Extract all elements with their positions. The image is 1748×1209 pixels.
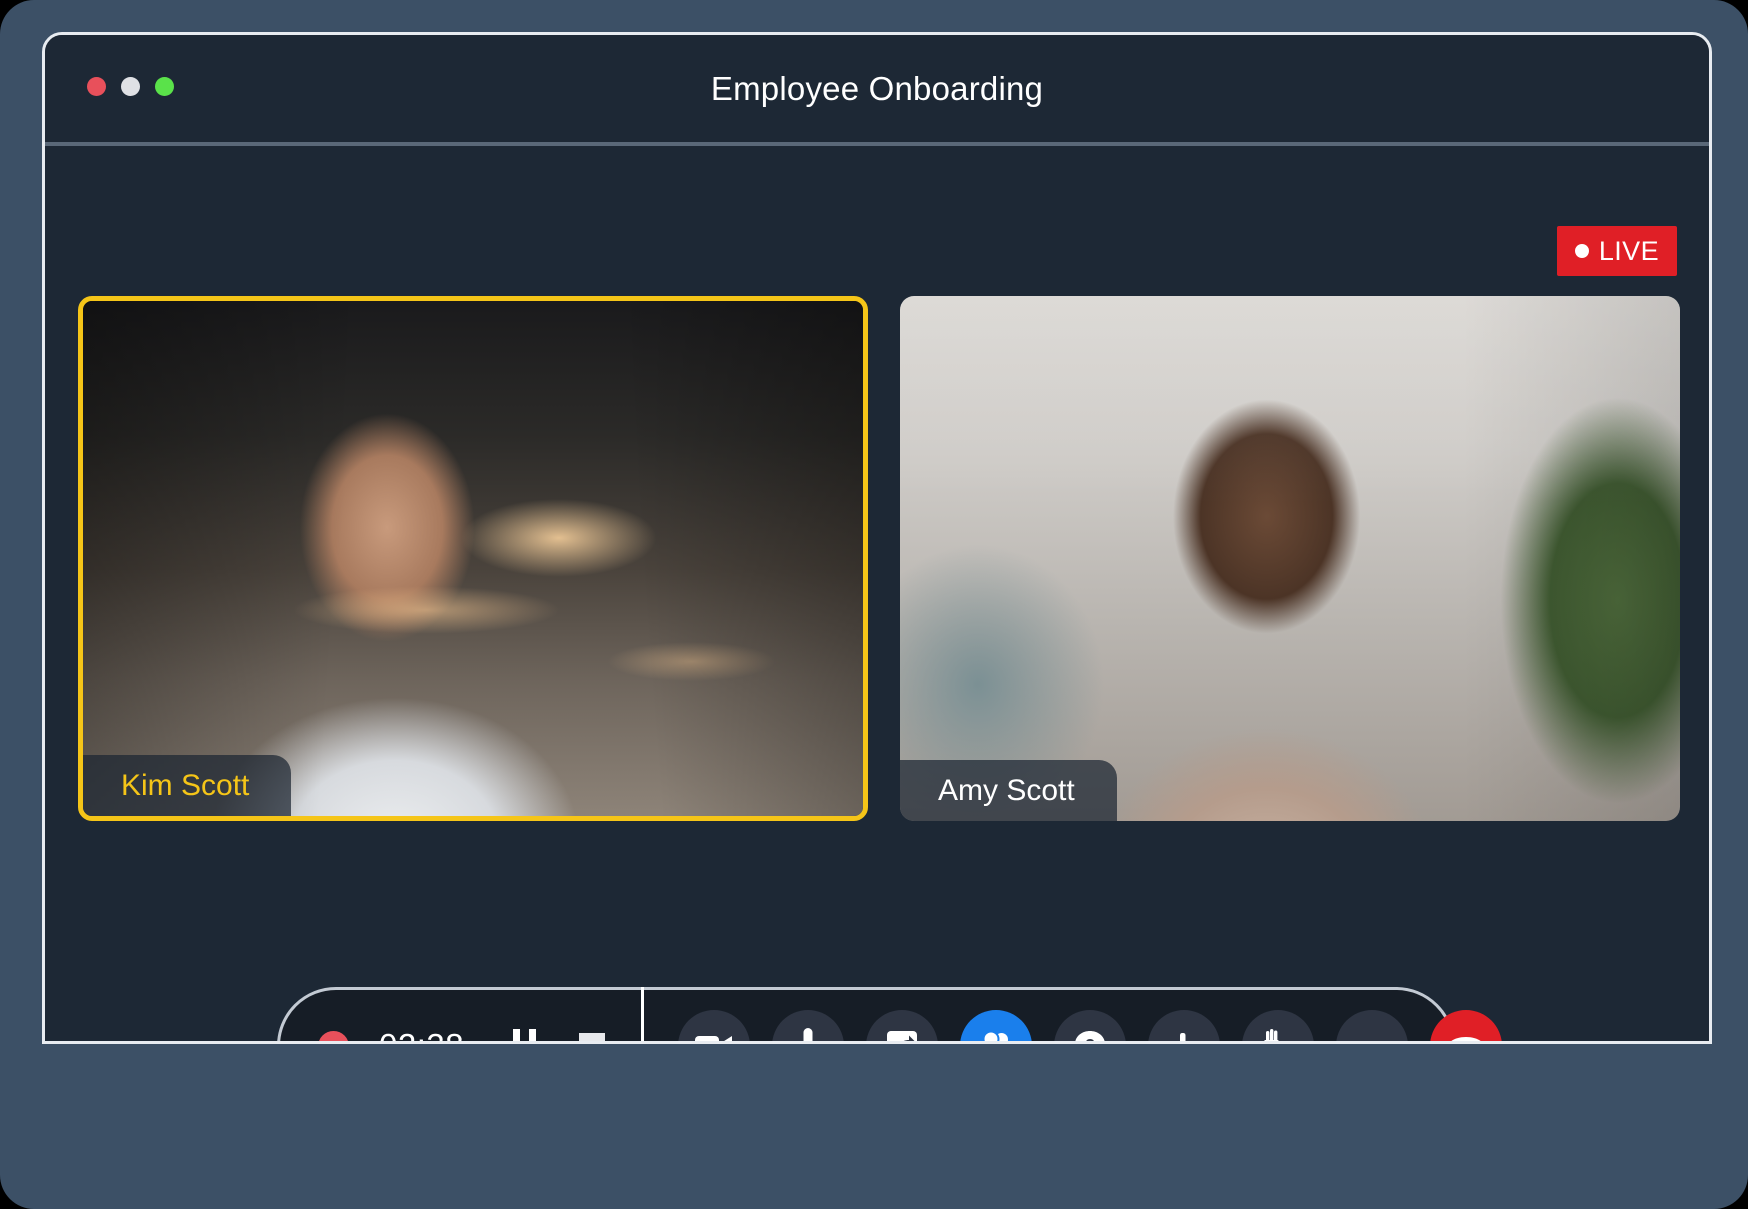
participant-name-label: Kim Scott	[83, 755, 292, 816]
recording-timer: 02:38	[379, 1027, 475, 1041]
more-options-button[interactable]	[1336, 1010, 1408, 1041]
video-tile-amy-scott[interactable]: Amy Scott	[900, 296, 1680, 821]
qa-button[interactable]: ?	[1054, 1010, 1126, 1045]
live-badge-label: LIVE	[1598, 235, 1659, 266]
meeting-stage: LIVE Kim Scott Amy Scott 02:38	[45, 146, 1709, 1041]
end-call-button[interactable]	[1430, 1010, 1502, 1041]
record-dot-icon	[1574, 244, 1589, 258]
recording-group: 02:38	[280, 990, 611, 1041]
ellipsis-icon	[1346, 1040, 1398, 1041]
reactions-button[interactable]	[1242, 1010, 1314, 1041]
bar-chart-icon	[1169, 1032, 1199, 1041]
pause-recording-button[interactable]	[505, 1027, 543, 1041]
record-dot-icon	[318, 1030, 349, 1041]
microphone-button[interactable]	[772, 1010, 844, 1041]
people-icon	[977, 1031, 1015, 1041]
meeting-control-bar: 02:38	[277, 987, 1502, 1041]
microphone-icon	[796, 1027, 820, 1041]
polls-button[interactable]	[1148, 1010, 1220, 1041]
video-grid: Kim Scott Amy Scott	[78, 296, 1680, 821]
participants-button[interactable]	[960, 1010, 1032, 1041]
svg-text:?: ?	[1085, 1037, 1095, 1045]
title-bar: Employee Onboarding	[45, 35, 1709, 142]
hang-up-phone-icon	[1446, 1034, 1486, 1041]
stop-square-icon	[579, 1033, 605, 1041]
share-screen-icon	[886, 1030, 918, 1041]
app-window: Employee Onboarding LIVE Kim Scott Amy S…	[42, 32, 1712, 1044]
outer-frame: Employee Onboarding LIVE Kim Scott Amy S…	[0, 0, 1748, 1209]
stop-recording-button[interactable]	[573, 1027, 611, 1041]
live-status-badge: LIVE	[1556, 226, 1677, 276]
participant-name-label: Amy Scott	[900, 760, 1117, 821]
video-tile-kim-scott[interactable]: Kim Scott	[78, 296, 868, 821]
action-buttons: ?	[644, 1010, 1502, 1045]
question-bubble-icon: ?	[1073, 1029, 1107, 1045]
raise-hand-smiley-icon	[1260, 1028, 1296, 1041]
window-title: Employee Onboarding	[710, 70, 1044, 107]
video-feed-amy-scott	[900, 296, 1680, 821]
camera-button[interactable]	[678, 1010, 750, 1041]
video-camera-icon	[695, 1033, 733, 1041]
pause-icon	[512, 1029, 536, 1041]
video-feed-kim-scott	[83, 301, 863, 816]
share-screen-button[interactable]	[866, 1010, 938, 1041]
